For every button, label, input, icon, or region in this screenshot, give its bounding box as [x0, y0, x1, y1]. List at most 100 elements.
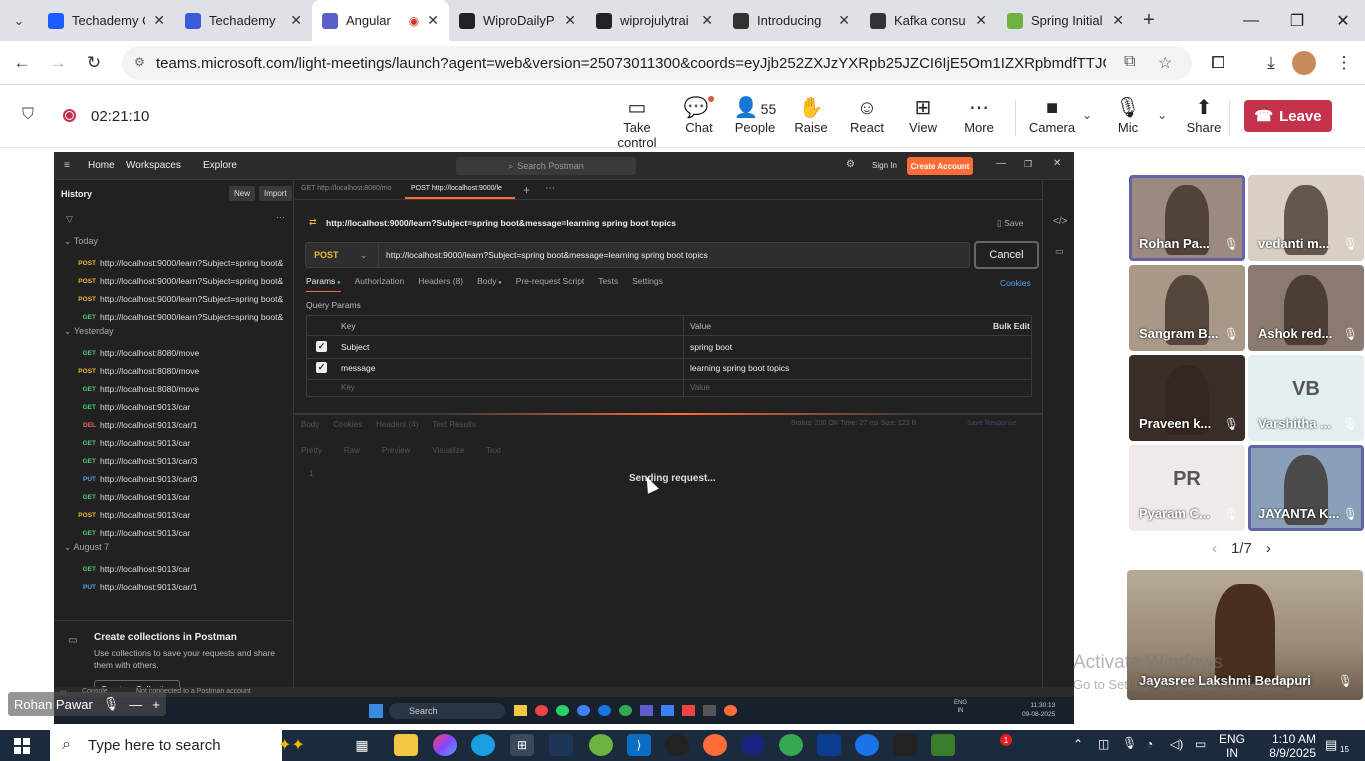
address-bar[interactable]: ⚙ teams.microsoft.com/light-meetings/lau… — [122, 46, 1192, 80]
control-camera[interactable]: ■ Camera — [1021, 96, 1083, 135]
edge-icon[interactable] — [471, 734, 495, 756]
view-mode-tab[interactable]: Visualize — [432, 446, 464, 455]
forward-arrow-icon[interactable]: → — [44, 49, 72, 77]
browser-tab[interactable]: Kafka consu ✕ — [860, 0, 997, 41]
browser-tab[interactable]: wiprojulytrai ✕ — [586, 0, 723, 41]
more-options-icon[interactable]: ⋯ — [276, 212, 285, 223]
close-tab-icon[interactable]: ✕ — [975, 12, 987, 29]
history-group-label[interactable]: ⌄ Today — [64, 236, 98, 247]
browser-tab[interactable]: Techademy C ✕ — [38, 0, 175, 41]
hamburger-icon[interactable]: ≡ — [64, 160, 70, 171]
close-tab-icon[interactable]: ✕ — [564, 12, 576, 29]
new-button[interactable]: New — [229, 186, 256, 201]
settings-gear-icon[interactable]: ⚙ — [846, 159, 855, 170]
save-response-button[interactable]: Save Response — [967, 420, 1016, 427]
response-tab[interactable]: Test Results — [432, 420, 476, 429]
postman-nav-home[interactable]: Home — [88, 160, 115, 171]
vscode-icon[interactable]: ⟩ — [627, 734, 651, 756]
cancel-button[interactable]: Cancel — [974, 241, 1039, 269]
leave-button[interactable]: ☎ Leave — [1244, 100, 1332, 132]
view-mode-tab[interactable]: Pretty — [301, 446, 322, 455]
value-placeholder[interactable]: Value — [690, 383, 710, 392]
bookmark-star-icon[interactable]: ☆ — [1158, 53, 1172, 73]
response-tab[interactable]: Headers (4) — [376, 420, 418, 429]
history-item[interactable]: GET http://localhost:8080/move — [54, 344, 294, 362]
close-tab-icon[interactable]: ✕ — [838, 12, 850, 29]
participant-tile[interactable]: JAYANTA K... 🎙 — [1248, 445, 1364, 531]
app-icon[interactable] — [741, 734, 765, 756]
close-tab-icon[interactable]: ✕ — [290, 12, 302, 29]
participant-tile[interactable]: PR Pyaram C... 🎙 — [1129, 445, 1245, 531]
control-more[interactable]: ⋯ More — [948, 96, 1010, 135]
control-take-control[interactable]: ▭ Take control — [606, 96, 668, 150]
control-view[interactable]: ⊞ View — [892, 96, 954, 135]
key-placeholder[interactable]: Key — [341, 383, 355, 392]
github-icon[interactable] — [665, 734, 689, 756]
request-option-tab[interactable]: Headers (8) — [418, 276, 463, 292]
mic-icon[interactable]: 🎙 — [1122, 736, 1137, 750]
site-info-icon[interactable]: ⚙ — [134, 55, 145, 69]
info-icon[interactable]: ▭ — [1055, 246, 1064, 257]
history-item[interactable]: GET http://localhost:9013/car — [54, 524, 294, 542]
request-option-tab[interactable]: Pre-request Script — [516, 276, 585, 292]
method-select[interactable]: POST — [314, 250, 339, 260]
participant-tile[interactable]: vedanti m... 🎙 — [1248, 175, 1364, 261]
back-arrow-icon[interactable]: ← — [8, 49, 36, 77]
new-tab-button[interactable]: + — [1134, 9, 1164, 32]
tab-overflow-icon[interactable]: ⋯ — [545, 183, 555, 194]
control-share[interactable]: ⬆ Share — [1173, 96, 1235, 135]
view-mode-tab[interactable]: Text — [486, 446, 501, 455]
spring-tool-icon[interactable] — [589, 734, 613, 756]
postman-icon[interactable] — [703, 734, 727, 756]
chrome-icon[interactable] — [855, 734, 879, 756]
param-checkbox[interactable]: ✓ — [316, 362, 327, 373]
close-icon[interactable]: ✕ — [1053, 158, 1061, 169]
history-item[interactable]: PUT http://localhost:9013/car/1 — [54, 578, 294, 596]
tab-search-chevron-icon[interactable]: ⌄ — [0, 0, 38, 41]
history-group-label[interactable]: ⌄ Yesterday — [64, 326, 114, 337]
filter-icon[interactable]: ▽ — [66, 214, 73, 225]
control-people[interactable]: 👤 55 People — [724, 96, 786, 135]
minimize-icon[interactable]: — — [1228, 0, 1274, 41]
maximize-icon[interactable]: ❐ — [1024, 159, 1032, 170]
reload-icon[interactable]: ↻ — [80, 49, 108, 77]
view-mode-tab[interactable]: Preview — [382, 446, 410, 455]
language-indicator[interactable]: ENG IN — [1219, 732, 1245, 760]
save-button[interactable]: ▯ Save — [997, 218, 1023, 229]
add-tab-icon[interactable]: + — [523, 183, 530, 197]
close-tab-icon[interactable]: ✕ — [153, 12, 165, 29]
import-button[interactable]: Import — [259, 186, 292, 201]
wifi-icon[interactable]: ◔ — [1146, 737, 1153, 751]
history-item[interactable]: GET http://localhost:9013/car — [54, 488, 294, 506]
cookies-link[interactable]: Cookies — [1000, 278, 1031, 288]
param-value[interactable]: learning spring boot topics — [690, 363, 789, 373]
close-tab-icon[interactable]: ✕ — [701, 12, 713, 29]
history-item[interactable]: POST http://localhost:9000/learn?Subject=… — [54, 272, 294, 290]
history-item[interactable]: POST http://localhost:8080/move — [54, 362, 294, 380]
request-option-tab[interactable]: Tests — [598, 276, 618, 292]
task-view-icon[interactable]: ▦ — [350, 734, 374, 756]
maximize-icon[interactable]: ❐ — [1274, 0, 1320, 41]
extensions-icon[interactable]: ⧠ — [1204, 49, 1232, 77]
chrome-icon[interactable] — [779, 734, 803, 756]
history-item[interactable]: GET http://localhost:9013/car — [54, 560, 294, 578]
next-page-chevron-icon[interactable]: › — [1266, 540, 1271, 557]
control-raise[interactable]: ✋ Raise — [780, 96, 842, 135]
mic-options-chevron-icon[interactable]: ⌄ — [1157, 108, 1167, 122]
bulk-edit-link[interactable]: Bulk Edit — [993, 321, 1030, 331]
view-mode-tab[interactable]: Raw — [344, 446, 360, 455]
profile-avatar[interactable] — [1292, 51, 1316, 75]
volume-icon[interactable]: ◁) — [1170, 737, 1183, 751]
request-tab[interactable]: POST http://localhost:9000/le — [405, 180, 515, 199]
postman-nav-explore[interactable]: Explore — [203, 160, 237, 171]
history-item[interactable]: DEL http://localhost:9013/car/1 — [54, 416, 294, 434]
app-icon[interactable] — [931, 734, 955, 756]
history-item[interactable]: POST http://localhost:9013/car — [54, 506, 294, 524]
battery-icon[interactable]: ▭ — [1195, 737, 1206, 751]
control-react[interactable]: ☺ React — [836, 96, 898, 135]
browser-tab[interactable]: Introducing ✕ — [723, 0, 860, 41]
participant-tile[interactable]: Rohan Pa... 🎙 — [1129, 175, 1245, 261]
close-tab-icon[interactable]: ✕ — [427, 12, 439, 29]
control-mic[interactable]: 🎙 Mic — [1097, 96, 1159, 135]
minimize-icon[interactable]: — — [996, 158, 1006, 169]
